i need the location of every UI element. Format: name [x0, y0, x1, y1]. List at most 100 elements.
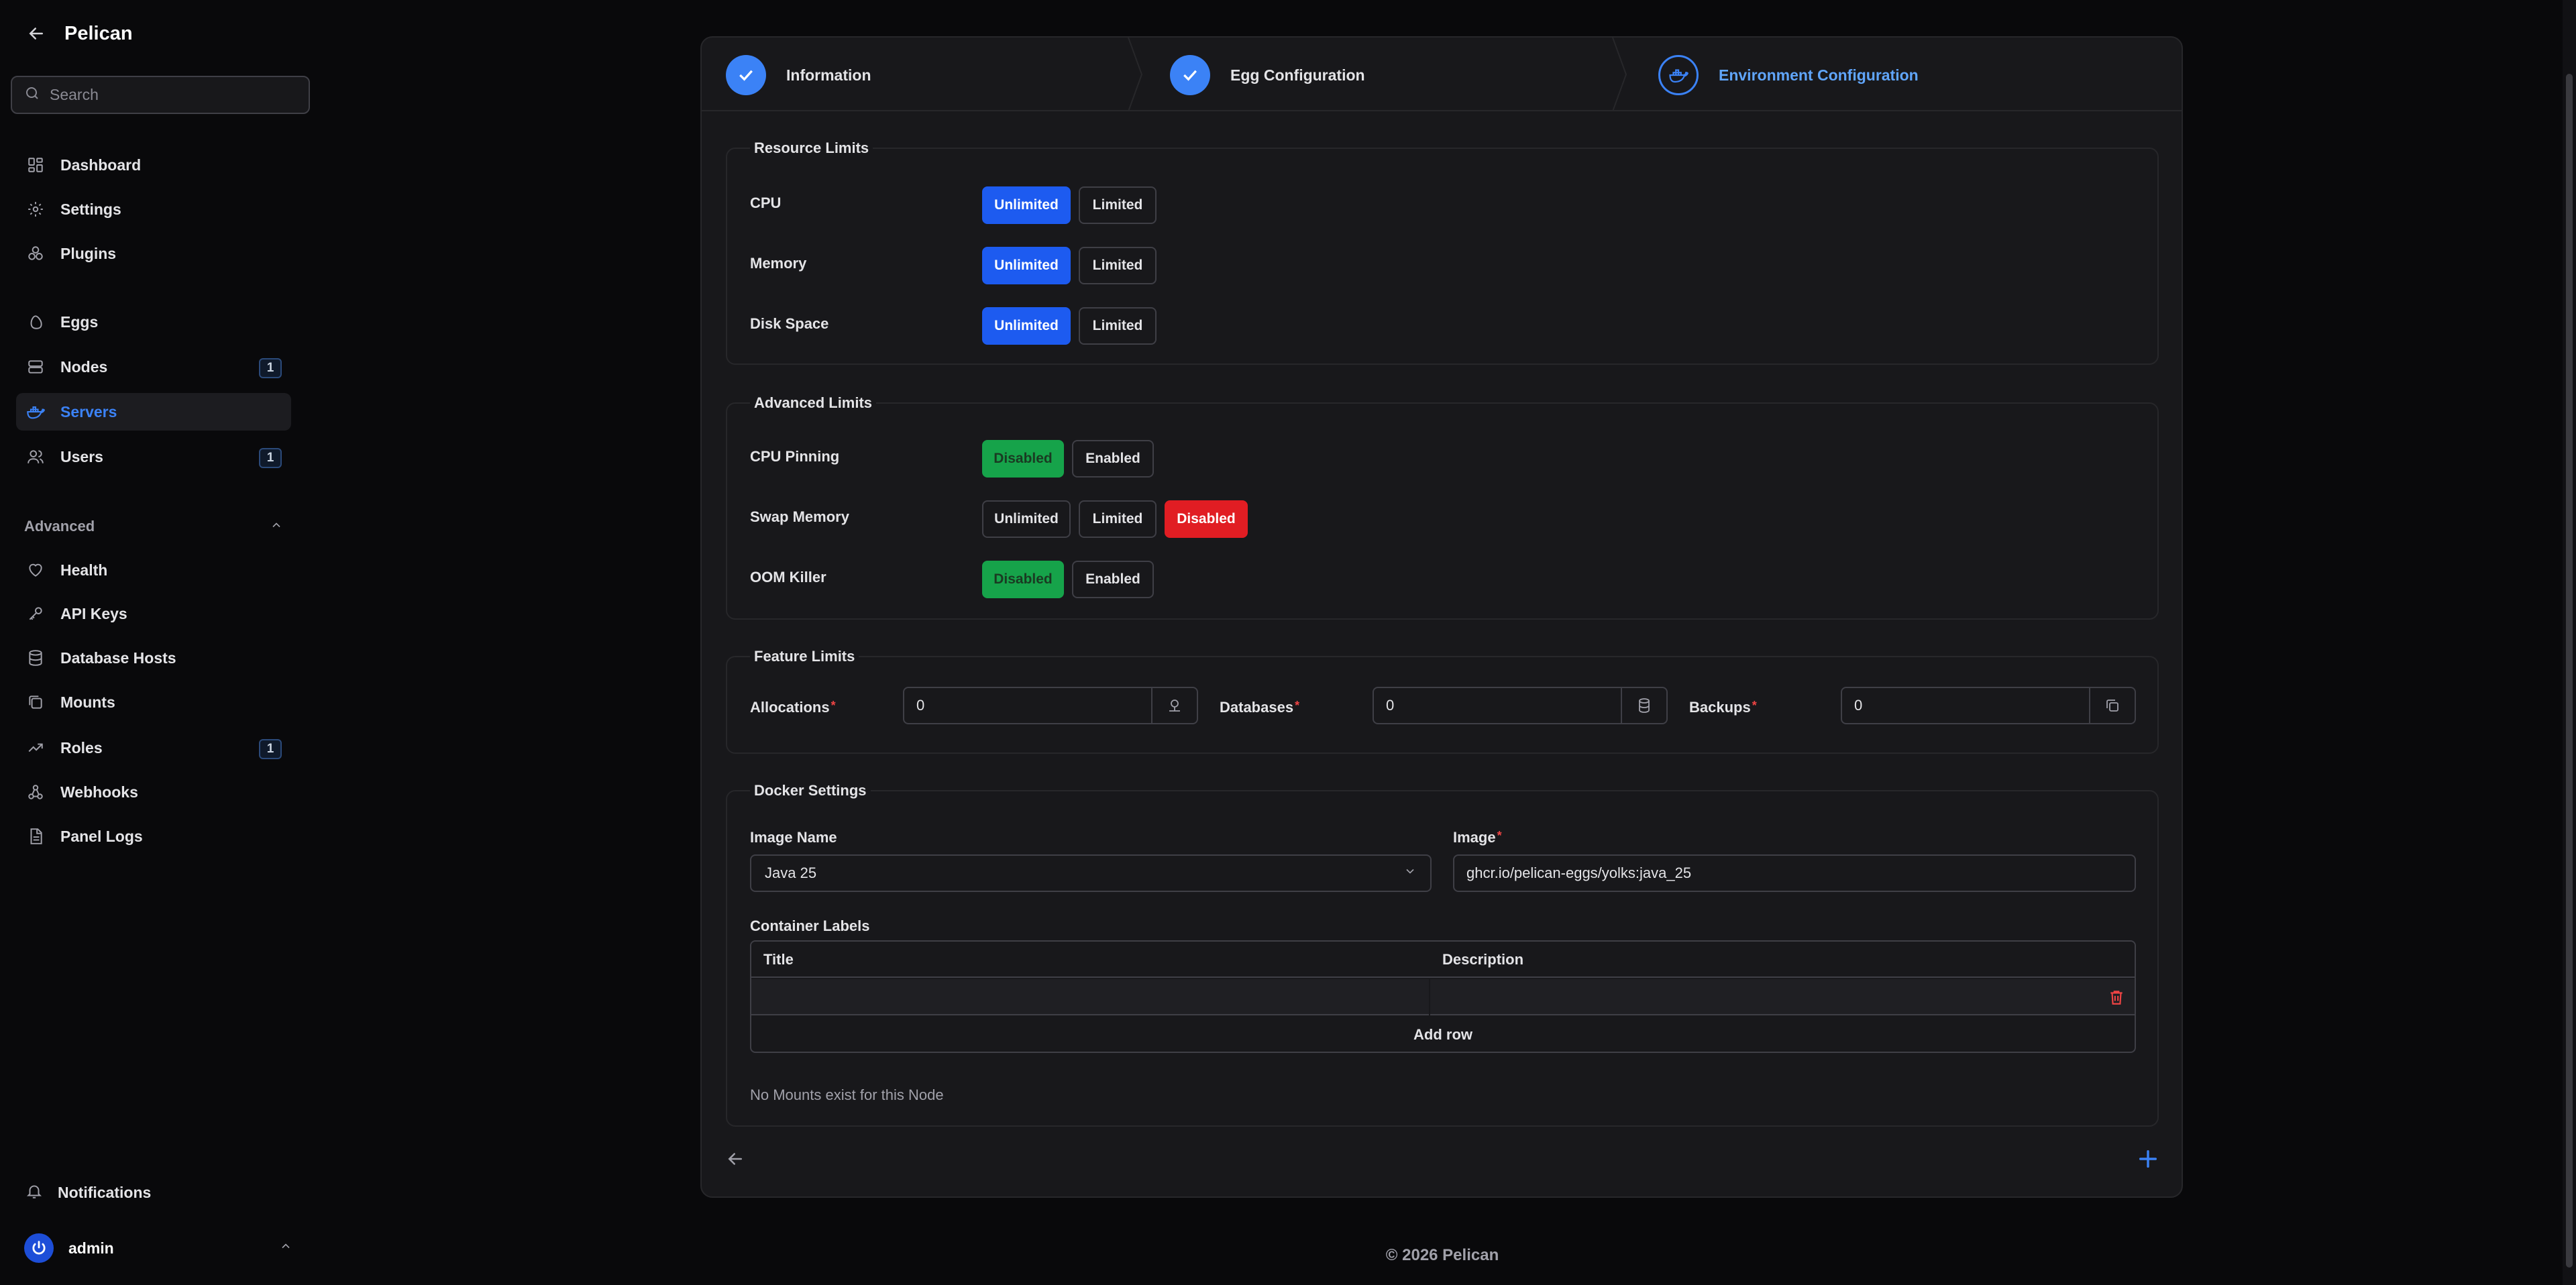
database-icon [1621, 688, 1666, 723]
scrollbar[interactable] [2563, 0, 2576, 1285]
sidebar-item-plugins[interactable]: Plugins [16, 235, 291, 272]
bell-icon [25, 1182, 43, 1203]
sidebar: Pelican Dashboard Settings Plugins Eggs … [0, 0, 315, 1285]
step-label: Egg Configuration [1230, 66, 1365, 84]
section-title: Feature Limits [750, 648, 859, 665]
sidebar-item-eggs[interactable]: Eggs [16, 303, 291, 341]
sidebar-item-dashboard[interactable]: Dashboard [16, 146, 291, 184]
add-row-button[interactable]: Add row [751, 1017, 2135, 1052]
group-label: Advanced [24, 518, 95, 535]
count-badge: 1 [259, 448, 282, 468]
sidebar-item-label: Nodes [60, 357, 108, 376]
step-egg-configuration[interactable]: Egg Configuration [1170, 55, 1365, 95]
disk-limited-button[interactable]: Limited [1079, 307, 1157, 345]
network-icon [1151, 688, 1197, 723]
count-badge: 1 [259, 358, 282, 378]
sidebar-item-label: Settings [60, 200, 121, 218]
sidebar-item-mounts[interactable]: Mounts [16, 683, 291, 721]
dashboard-icon [25, 155, 46, 175]
step-information[interactable]: Information [726, 55, 871, 95]
sidebar-item-nodes[interactable]: Nodes 1 [16, 348, 291, 386]
docker-icon [1658, 55, 1699, 95]
user-name: admin [68, 1239, 114, 1257]
image-name-select[interactable]: Java 25 [750, 854, 1432, 892]
backups-label: Backups * [1689, 699, 1757, 716]
sidebar-item-api-keys[interactable]: API Keys [16, 595, 291, 632]
chevron-down-icon [1403, 864, 1417, 882]
cpu-pinning-disabled-button[interactable]: Disabled [982, 440, 1064, 478]
allocations-input[interactable]: 0 [903, 687, 1198, 724]
scrollbar-thumb[interactable] [2566, 74, 2573, 1268]
webhook-icon [25, 782, 46, 802]
sidebar-item-label: Mounts [60, 693, 115, 711]
search-icon [24, 85, 40, 105]
create-plus-icon[interactable] [2135, 1146, 2161, 1172]
disk-unlimited-button[interactable]: Unlimited [982, 307, 1071, 345]
sidebar-item-label: Servers [60, 402, 117, 421]
gear-icon [25, 199, 46, 219]
swap-limited-button[interactable]: Limited [1079, 500, 1157, 538]
heart-icon [25, 560, 46, 580]
search-box[interactable] [11, 76, 310, 114]
databases-label: Databases * [1220, 699, 1300, 716]
docker-icon [25, 402, 46, 422]
sidebar-item-webhooks[interactable]: Webhooks [16, 773, 291, 811]
sidebar-item-health[interactable]: Health [16, 551, 291, 589]
app-title: Pelican [64, 22, 133, 44]
step-environment-configuration[interactable]: Environment Configuration [1658, 55, 1919, 95]
memory-unlimited-button[interactable]: Unlimited [982, 247, 1071, 284]
avatar [24, 1233, 54, 1263]
sidebar-item-database-hosts[interactable]: Database Hosts [16, 639, 291, 677]
swap-disabled-button[interactable]: Disabled [1165, 500, 1248, 538]
sidebar-item-settings[interactable]: Settings [16, 190, 291, 228]
step-label: Information [786, 66, 871, 84]
chevron-up-icon [270, 518, 283, 535]
previous-step-arrow-icon[interactable] [722, 1146, 749, 1172]
mounts-icon [25, 692, 46, 712]
image-input[interactable]: ghcr.io/pelican-eggs/yolks:java_25 [1453, 854, 2136, 892]
swap-unlimited-button[interactable]: Unlimited [982, 500, 1071, 538]
sidebar-item-label: Users [60, 447, 103, 465]
search-input[interactable] [50, 86, 291, 104]
user-menu[interactable]: admin [24, 1231, 292, 1265]
chevron-up-icon [279, 1239, 292, 1256]
cpu-unlimited-button[interactable]: Unlimited [982, 186, 1071, 224]
cpu-pinning-enabled-button[interactable]: Enabled [1072, 440, 1154, 478]
memory-limited-button[interactable]: Limited [1079, 247, 1157, 284]
backups-input[interactable]: 0 [1841, 687, 2136, 724]
wizard-steps: Information Egg Configuration Environmen… [702, 38, 2182, 111]
key-icon [25, 604, 46, 624]
trash-icon[interactable] [2106, 987, 2127, 1007]
plugins-icon [25, 243, 46, 264]
cpu-limited-button[interactable]: Limited [1079, 186, 1157, 224]
back-arrow-icon[interactable] [24, 21, 48, 46]
egg-icon [25, 312, 46, 332]
mounts-note: No Mounts exist for this Node [750, 1086, 944, 1103]
check-icon [1170, 55, 1210, 95]
sidebar-item-panel-logs[interactable]: Panel Logs [16, 818, 291, 855]
image-label: Image * [1453, 829, 1502, 846]
footer-copyright: © 2026 Pelican [1385, 1246, 1499, 1264]
advanced-group-header[interactable]: Advanced [24, 516, 283, 537]
sidebar-item-roles[interactable]: Roles 1 [16, 729, 291, 767]
label-description-input[interactable] [1430, 979, 2135, 1015]
sidebar-item-label: Eggs [60, 313, 99, 331]
sidebar-item-users[interactable]: Users 1 [16, 438, 291, 476]
databases-input[interactable]: 0 [1373, 687, 1668, 724]
file-icon [25, 826, 46, 846]
sidebar-item-label: API Keys [60, 604, 127, 622]
sidebar-item-label: Database Hosts [60, 649, 176, 667]
step-separator [1128, 38, 1143, 111]
database-icon [25, 648, 46, 668]
roles-icon [25, 738, 46, 758]
swap-memory-label: Swap Memory [750, 508, 849, 525]
sidebar-item-notifications[interactable]: Notifications [16, 1174, 291, 1211]
cpu-label: CPU [750, 194, 782, 211]
feature-limits-section: Feature Limits Allocations * 0 Databases *… [726, 648, 2159, 754]
oom-enabled-button[interactable]: Enabled [1072, 561, 1154, 598]
sidebar-item-servers[interactable]: Servers [16, 393, 291, 431]
oom-disabled-button[interactable]: Disabled [982, 561, 1064, 598]
label-title-input[interactable] [751, 979, 1429, 1015]
server-icon [25, 357, 46, 377]
sidebar-item-label: Plugins [60, 244, 117, 262]
